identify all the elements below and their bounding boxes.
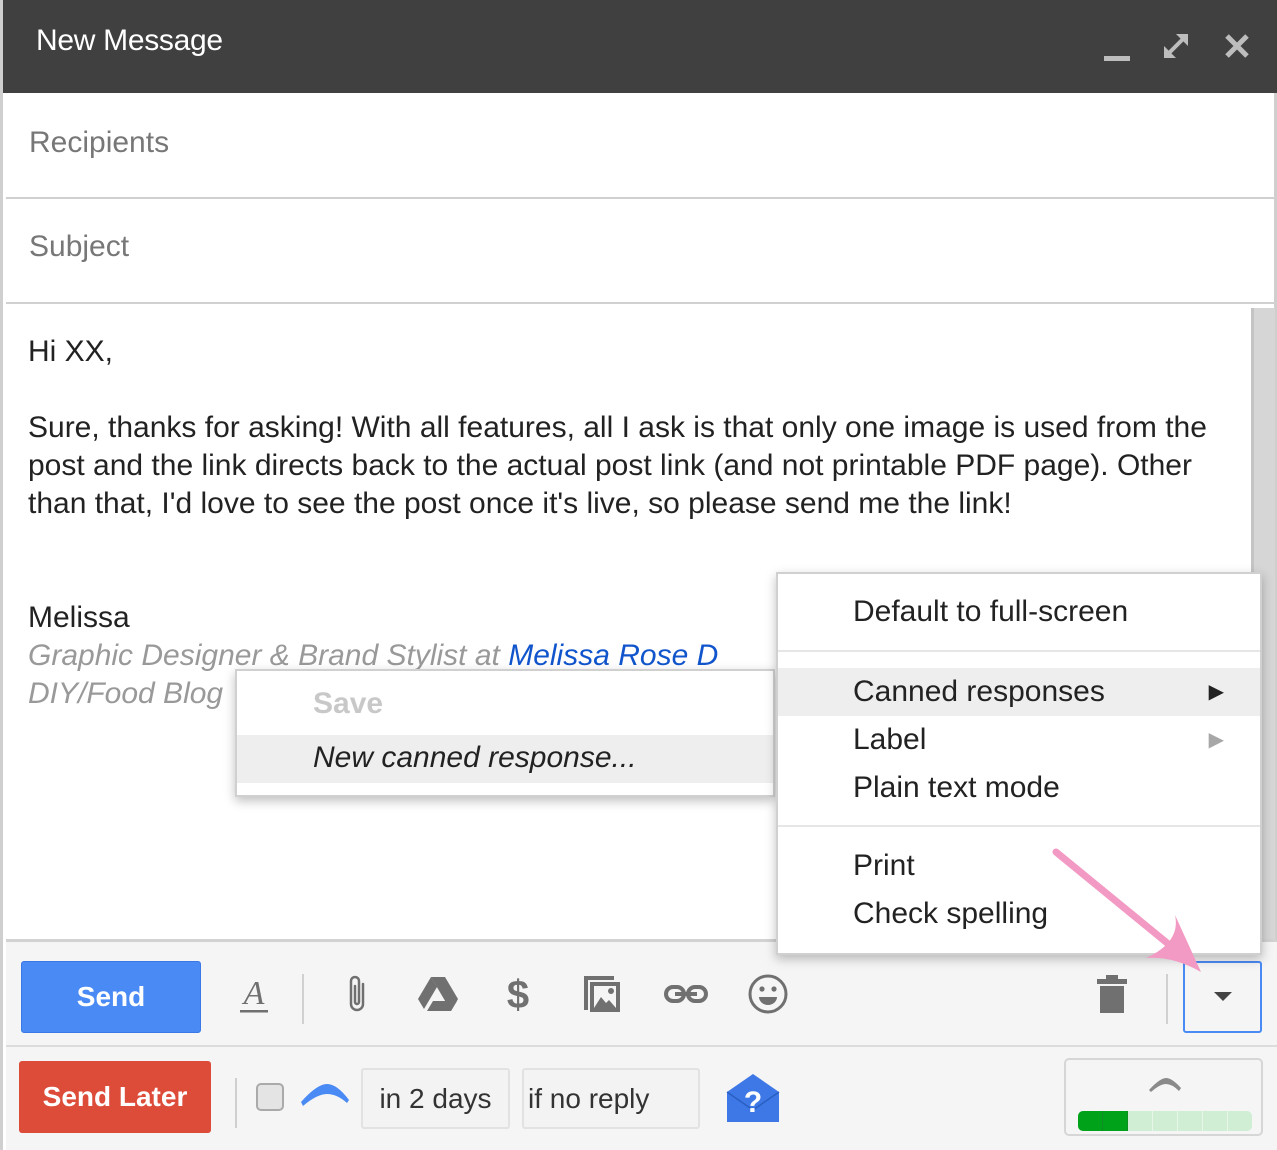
menu-item-label: Default to full-screen — [853, 595, 1129, 628]
new-canned-response-item[interactable]: New canned response... — [237, 735, 773, 783]
boomerang-chevron-icon[interactable] — [299, 1080, 351, 1106]
menu-item-label-text: Label — [853, 723, 927, 756]
canned-responses-submenu: Save New canned response... — [235, 669, 775, 797]
menu-item-label: Print — [853, 849, 915, 882]
title-bar: New Message — [3, 0, 1277, 93]
menu-item-label: Canned responses — [853, 675, 1105, 708]
progress-segment — [1103, 1111, 1128, 1131]
progress-segment — [1203, 1111, 1228, 1131]
emoji-icon[interactable] — [744, 970, 792, 1018]
submenu-save-header: Save — [313, 687, 384, 720]
menu-divider — [778, 825, 1260, 827]
reminder-delay-select[interactable]: in 2 days — [361, 1068, 510, 1129]
menu-item-canned-responses[interactable]: Canned responses ▶ — [778, 668, 1260, 716]
send-later-bar: Send Later in 2 days if no reply ? — [6, 1047, 1277, 1150]
signature-title-text: Graphic Designer & Brand Stylist at — [28, 639, 509, 672]
progress-segment — [1128, 1111, 1153, 1131]
minimize-icon[interactable] — [1099, 28, 1135, 64]
progress-bar — [1078, 1111, 1252, 1131]
more-options-button[interactable] — [1183, 961, 1262, 1033]
submenu-arrow-icon: ▶ — [1208, 681, 1224, 703]
progress-segment — [1178, 1111, 1203, 1131]
money-icon[interactable]: $ — [494, 970, 542, 1018]
link-icon[interactable] — [662, 970, 710, 1018]
status-chevron-icon — [1148, 1076, 1182, 1097]
toolbar-divider — [1166, 974, 1168, 1024]
menu-divider — [778, 650, 1260, 652]
compose-window: New Message Recipients Subject Hi XX, Su… — [0, 0, 1277, 1150]
signature-link[interactable]: Melissa Rose D — [508, 639, 718, 672]
help-envelope-icon[interactable]: ? — [725, 1072, 781, 1124]
signature-name: Melissa — [28, 601, 130, 634]
subject-field[interactable]: Subject — [6, 199, 1277, 304]
photo-icon[interactable] — [578, 970, 626, 1018]
expand-icon[interactable] — [1158, 28, 1194, 64]
menu-item-label: Plain text mode — [853, 771, 1060, 804]
progress-segment — [1228, 1111, 1252, 1131]
send-later-button[interactable]: Send Later — [19, 1061, 211, 1133]
menu-item-print[interactable]: Print — [778, 842, 1260, 890]
progress-segment — [1153, 1111, 1178, 1131]
drive-icon[interactable] — [414, 970, 462, 1018]
send-button[interactable]: Send — [21, 961, 201, 1033]
attach-icon[interactable] — [334, 970, 382, 1018]
subject-placeholder: Subject — [29, 230, 130, 263]
signature-blog: DIY/Food Blog — [28, 677, 224, 710]
compose-toolbar: Send A $ — [6, 939, 1277, 1047]
more-options-menu: Default to full-screen Canned responses ▶… — [776, 572, 1262, 955]
svg-text:?: ? — [744, 1086, 762, 1119]
menu-item-label[interactable]: Label ▶ — [778, 716, 1260, 764]
trash-icon[interactable] — [1088, 970, 1136, 1018]
send-later-status[interactable] — [1064, 1058, 1263, 1136]
send-later-divider — [235, 1078, 237, 1128]
body-greeting: Hi XX, — [28, 335, 114, 368]
reminder-checkbox[interactable] — [256, 1083, 284, 1111]
menu-item-check-spelling[interactable]: Check spelling — [778, 890, 1260, 938]
svg-text:$: $ — [507, 973, 529, 1016]
submenu-arrow-icon: ▶ — [1208, 729, 1224, 751]
svg-text:A: A — [242, 975, 265, 1012]
menu-item-default-fullscreen[interactable]: Default to full-screen — [778, 588, 1260, 636]
close-icon[interactable] — [1219, 28, 1255, 64]
reminder-condition-select[interactable]: if no reply — [522, 1068, 700, 1129]
body-paragraph: Sure, thanks for asking! With all featur… — [28, 411, 1207, 520]
formatting-icon[interactable]: A — [230, 970, 278, 1018]
menu-item-label: Check spelling — [853, 897, 1049, 930]
progress-segment — [1078, 1111, 1103, 1131]
recipients-field[interactable]: Recipients — [6, 93, 1277, 199]
window-title: New Message — [36, 24, 223, 57]
menu-item-plain-text-mode[interactable]: Plain text mode — [778, 764, 1260, 812]
toolbar-divider — [302, 974, 304, 1024]
recipients-placeholder: Recipients — [29, 126, 170, 159]
